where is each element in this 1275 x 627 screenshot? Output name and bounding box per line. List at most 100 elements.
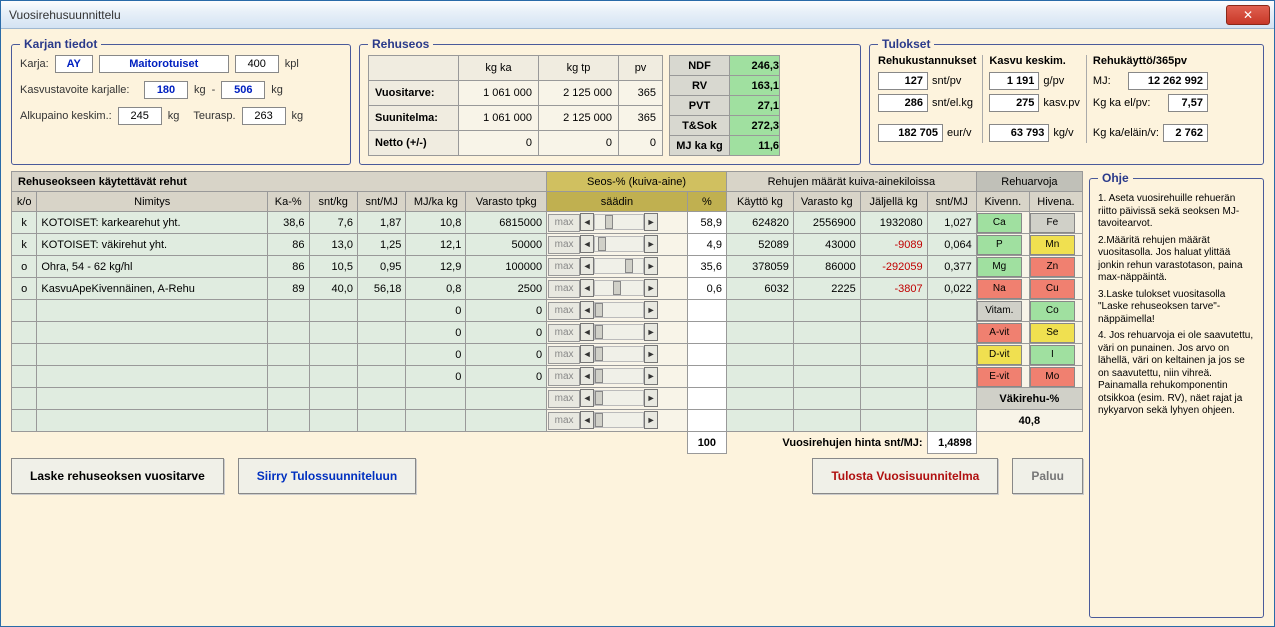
max-button[interactable]: max: [548, 214, 580, 232]
unit-kpl: kpl: [285, 58, 299, 70]
inc-arrow-icon[interactable]: ►: [644, 345, 658, 363]
slider[interactable]: [594, 390, 644, 406]
max-button[interactable]: max: [548, 236, 580, 254]
kasvu-min[interactable]: 180: [144, 81, 188, 99]
val-kgkaelpv: 7,57: [1168, 94, 1208, 112]
teurasp-input[interactable]: 263: [242, 107, 286, 125]
inc-arrow-icon[interactable]: ►: [644, 323, 658, 341]
rehuseos-row: Vuositarve:1 061 0002 125 000365: [369, 81, 663, 106]
nutri-p-button[interactable]: P: [977, 235, 1022, 255]
dec-arrow-icon[interactable]: ◄: [580, 301, 594, 319]
dec-arrow-icon[interactable]: ◄: [580, 389, 594, 407]
nutri-co-button[interactable]: Co: [1030, 301, 1075, 321]
nutri-table: NDF246,3 RV163,1 PVT27,1 T&Sok272,3 MJ k…: [669, 55, 780, 156]
max-button[interactable]: max: [548, 280, 580, 298]
nutri-cu-button[interactable]: Cu: [1030, 279, 1075, 299]
max-button[interactable]: max: [548, 412, 580, 430]
table-row: 00max◄►D-vitI: [12, 344, 1083, 366]
slider[interactable]: [594, 368, 644, 384]
inc-arrow-icon[interactable]: ►: [644, 213, 658, 231]
slider[interactable]: [594, 412, 644, 428]
tulosta-button[interactable]: Tulosta Vuosisuunnitelma: [812, 458, 998, 494]
nutri-se-button[interactable]: Se: [1030, 323, 1075, 343]
rehuarvot-header: Rehuarvoja: [976, 172, 1082, 192]
slider[interactable]: [594, 214, 644, 230]
fieldset-ohje: Ohje 1. Aseta vuosirehuille rehuerän rii…: [1089, 171, 1264, 618]
col-kivenn: Kivenn.: [976, 192, 1029, 212]
slider[interactable]: [594, 236, 644, 252]
dec-arrow-icon[interactable]: ◄: [580, 367, 594, 385]
col-jaljella: Jäljellä kg: [860, 192, 927, 212]
table-row: 00max◄►A-vitSe: [12, 322, 1083, 344]
max-button[interactable]: max: [548, 258, 580, 276]
max-button[interactable]: max: [548, 324, 580, 342]
hdr-rehukust: Rehukustannukset: [878, 55, 976, 67]
nutri-mn-button[interactable]: Mn: [1030, 235, 1075, 255]
breed-name[interactable]: Maitorotuiset: [99, 55, 229, 73]
nutri-ndf-btn[interactable]: NDF: [670, 56, 730, 76]
slider[interactable]: [594, 302, 644, 318]
label-karja: Karja:: [20, 58, 49, 70]
slider[interactable]: [594, 280, 644, 296]
legend-rehuseos: Rehuseos: [368, 37, 433, 51]
nutri-vitam.-button[interactable]: Vitam.: [977, 301, 1022, 321]
inc-arrow-icon[interactable]: ►: [644, 301, 658, 319]
unit-kg-2: kg: [271, 84, 283, 96]
nutri-mjkakg-btn[interactable]: MJ ka kg: [670, 136, 730, 156]
val-eurv: 182 705: [878, 124, 943, 142]
nutri-i-button[interactable]: I: [1030, 345, 1075, 365]
max-button[interactable]: max: [548, 346, 580, 364]
nutri-zn-button[interactable]: Zn: [1030, 257, 1075, 277]
slider[interactable]: [594, 324, 644, 340]
inc-arrow-icon[interactable]: ►: [644, 389, 658, 407]
nutri-a-vit-button[interactable]: A-vit: [977, 323, 1022, 343]
siirry-button[interactable]: Siirry Tulossuunniteluun: [238, 458, 416, 494]
nutri-mo-button[interactable]: Mo: [1030, 367, 1075, 387]
dec-arrow-icon[interactable]: ◄: [580, 323, 594, 341]
close-button[interactable]: ✕: [1226, 5, 1270, 25]
dec-arrow-icon[interactable]: ◄: [580, 257, 594, 275]
inc-arrow-icon[interactable]: ►: [644, 279, 658, 297]
max-button[interactable]: max: [548, 390, 580, 408]
count-input[interactable]: 400: [235, 55, 279, 73]
dec-arrow-icon[interactable]: ◄: [580, 235, 594, 253]
dec-arrow-icon[interactable]: ◄: [580, 213, 594, 231]
legend-ohje: Ohje: [1098, 171, 1133, 185]
inc-arrow-icon[interactable]: ►: [644, 411, 658, 429]
nutri-d-vit-button[interactable]: D-vit: [977, 345, 1022, 365]
fieldset-tulokset: Tulokset Rehukustannukset 127snt/pv 286s…: [869, 37, 1264, 165]
slider[interactable]: [594, 258, 644, 274]
dec-arrow-icon[interactable]: ◄: [580, 411, 594, 429]
nutri-mg-button[interactable]: Mg: [977, 257, 1022, 277]
nutri-rv-btn[interactable]: RV: [670, 76, 730, 96]
laske-button[interactable]: Laske rehuseoksen vuositarve: [11, 458, 224, 494]
label-alku: Alkupaino keskim.:: [20, 110, 112, 122]
inc-arrow-icon[interactable]: ►: [644, 235, 658, 253]
inc-arrow-icon[interactable]: ►: [644, 367, 658, 385]
nutri-pvt-btn[interactable]: PVT: [670, 96, 730, 116]
nutri-e-vit-button[interactable]: E-vit: [977, 367, 1022, 387]
ohje-p4: 4. Jos rehuarvoja ei ole saavutettu, vär…: [1098, 330, 1255, 418]
nutri-ca-button[interactable]: Ca: [977, 213, 1022, 233]
max-button[interactable]: max: [548, 368, 580, 386]
dec-arrow-icon[interactable]: ◄: [580, 279, 594, 297]
col-varastokg: Varasto kg: [793, 192, 860, 212]
nutri-tsok-btn[interactable]: T&Sok: [670, 116, 730, 136]
ohje-p2: 2.Määritä rehujen määrät vuositasolla. J…: [1098, 235, 1255, 285]
window-title: Vuosirehusuunnittelu: [5, 8, 1226, 22]
breed-code[interactable]: AY: [55, 55, 93, 73]
grid-title: Rehuseokseen käytettävät rehut: [12, 172, 547, 192]
slider[interactable]: [594, 346, 644, 362]
rehuseos-row: Suunitelma:1 061 0002 125 000365: [369, 106, 663, 131]
alku-input[interactable]: 245: [118, 107, 162, 125]
inc-arrow-icon[interactable]: ►: [644, 257, 658, 275]
rehuseos-table: kg kakg tppv Vuositarve:1 061 0002 125 0…: [368, 55, 663, 156]
dec-arrow-icon[interactable]: ◄: [580, 345, 594, 363]
fieldset-karja: Karjan tiedot Karja: AY Maitorotuiset 40…: [11, 37, 351, 165]
nutri-fe-button[interactable]: Fe: [1030, 213, 1075, 233]
nutri-na-button[interactable]: Na: [977, 279, 1022, 299]
kasvu-max[interactable]: 506: [221, 81, 265, 99]
paluu-button[interactable]: Paluu: [1012, 458, 1083, 494]
max-button[interactable]: max: [548, 302, 580, 320]
table-row: 00max◄►E-vitMo: [12, 366, 1083, 388]
